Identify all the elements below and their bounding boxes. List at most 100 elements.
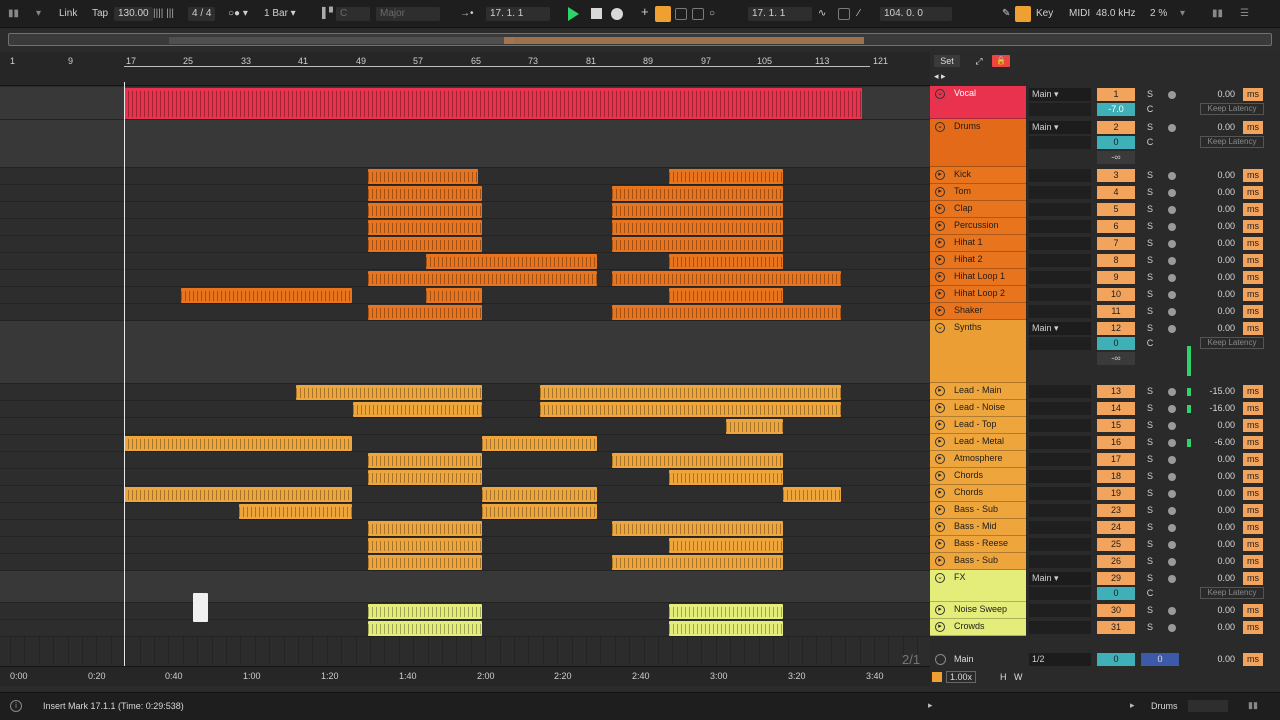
track-name[interactable]: ▸ Chords: [930, 485, 1026, 502]
play-circle-icon[interactable]: ▸: [935, 403, 945, 413]
clip[interactable]: [124, 487, 352, 502]
automation-arm-icon[interactable]: [655, 6, 671, 22]
arm-icon[interactable]: [1168, 274, 1176, 282]
time-ruler[interactable]: 0:00 0:20 0:40 1:00 1:20 1:40 2:00 2:20 …: [0, 666, 930, 686]
delay-unit-button[interactable]: ms: [1243, 538, 1263, 551]
output-routing-dropdown[interactable]: [1029, 237, 1091, 250]
play-circle-icon[interactable]: ▸: [935, 386, 945, 396]
input-routing[interactable]: [1029, 337, 1091, 350]
position-field[interactable]: 17. 1. 1: [486, 7, 550, 21]
track-activator[interactable]: 15: [1097, 419, 1135, 432]
solo-button[interactable]: S: [1144, 237, 1156, 250]
track-name[interactable]: ⌄ Drums: [930, 119, 1026, 167]
arm-icon[interactable]: [1168, 473, 1176, 481]
clip[interactable]: [296, 385, 482, 400]
delay-unit-button[interactable]: ms: [1243, 88, 1263, 101]
play-icon[interactable]: [568, 7, 579, 21]
track-activator[interactable]: 4: [1097, 186, 1135, 199]
output-routing-dropdown[interactable]: Main ▾: [1029, 322, 1091, 335]
track-name[interactable]: ▸ Bass - Sub: [930, 502, 1026, 519]
play-circle-icon[interactable]: ▸: [935, 221, 945, 231]
track-lane[interactable]: [0, 120, 930, 168]
output-routing-dropdown[interactable]: [1029, 402, 1091, 415]
delay-unit-button[interactable]: ms: [1243, 186, 1263, 199]
track-activator[interactable]: 24: [1097, 521, 1135, 534]
send-level[interactable]: -∞: [1097, 352, 1135, 365]
arm-icon[interactable]: [1168, 624, 1176, 632]
clip[interactable]: [669, 604, 783, 619]
clip[interactable]: [540, 402, 841, 417]
arm-icon[interactable]: [1168, 490, 1176, 498]
play-circle-icon[interactable]: ▸: [935, 437, 945, 447]
delay-unit-button[interactable]: ms: [1243, 521, 1263, 534]
play-circle-icon[interactable]: ▸: [935, 306, 945, 316]
loop-length-field[interactable]: 104. 0. 0: [880, 7, 952, 21]
output-routing-dropdown[interactable]: [1029, 521, 1091, 534]
play-circle-icon[interactable]: ▸: [935, 170, 945, 180]
scale-root-dropdown[interactable]: C: [336, 7, 370, 21]
track-activator[interactable]: 8: [1097, 254, 1135, 267]
track-name[interactable]: ▸ Lead - Metal: [930, 434, 1026, 451]
loop-start-field[interactable]: 17. 1. 1: [748, 7, 812, 21]
volume-field[interactable]: 0.00: [1196, 487, 1238, 500]
volume-field[interactable]: 0.00: [1196, 220, 1238, 233]
output-routing-dropdown[interactable]: [1029, 288, 1091, 301]
track-activator[interactable]: 2: [1097, 121, 1135, 134]
delay-unit-button[interactable]: ms: [1243, 604, 1263, 617]
zoom-icon[interactable]: [932, 672, 942, 682]
clip[interactable]: [426, 288, 482, 303]
track-activator[interactable]: 23: [1097, 504, 1135, 517]
clip[interactable]: [482, 436, 597, 451]
play-circle-icon[interactable]: ▸: [935, 556, 945, 566]
scale-icon[interactable]: ▌▘: [322, 7, 337, 21]
track-activator[interactable]: 12: [1097, 322, 1135, 335]
keep-latency-button[interactable]: Keep Latency: [1200, 136, 1264, 148]
track-name[interactable]: ▸ Hihat 1: [930, 235, 1026, 252]
play-circle-icon[interactable]: ▸: [935, 488, 945, 498]
play-circle-icon[interactable]: ▸: [935, 187, 945, 197]
volume-field[interactable]: 0.00: [1196, 604, 1238, 617]
output-routing-dropdown[interactable]: [1029, 504, 1091, 517]
delay-unit-button[interactable]: ms: [1243, 504, 1263, 517]
play-circle-icon[interactable]: ▸: [935, 204, 945, 214]
volume-field[interactable]: 0.00: [1196, 453, 1238, 466]
solo-button[interactable]: S: [1144, 572, 1156, 585]
track-activator[interactable]: 3: [1097, 169, 1135, 182]
clip[interactable]: [669, 621, 783, 636]
clip[interactable]: [540, 385, 841, 400]
solo-button[interactable]: S: [1144, 169, 1156, 182]
record-icon[interactable]: [611, 8, 623, 20]
clip[interactable]: [239, 504, 352, 519]
arm-icon[interactable]: [1168, 189, 1176, 197]
track-activator[interactable]: 13: [1097, 385, 1135, 398]
track-name[interactable]: ▸ Bass - Mid: [930, 519, 1026, 536]
track-name[interactable]: ▸ Bass - Sub: [930, 553, 1026, 570]
nudge-icon[interactable]: |||| |||: [153, 7, 174, 21]
input-routing[interactable]: [1029, 103, 1091, 116]
track-activator[interactable]: 18: [1097, 470, 1135, 483]
track-lane[interactable]: [0, 418, 930, 435]
delay-unit-button[interactable]: ms: [1243, 402, 1263, 415]
pan-center-button[interactable]: C: [1144, 136, 1156, 149]
solo-button[interactable]: S: [1144, 521, 1156, 534]
clip[interactable]: [368, 220, 482, 235]
clip[interactable]: [368, 538, 482, 553]
volume-field[interactable]: -16.00: [1196, 402, 1238, 415]
volume-field[interactable]: 0.00: [1196, 186, 1238, 199]
arm-icon[interactable]: [1168, 91, 1176, 99]
scale-mode-dropdown[interactable]: Major: [376, 7, 440, 21]
clip[interactable]: [368, 305, 482, 320]
draw-mode-icon[interactable]: ✎: [1002, 7, 1010, 21]
volume-field[interactable]: -6.00: [1196, 436, 1238, 449]
delay-unit-button[interactable]: ms: [1243, 288, 1263, 301]
stop-icon[interactable]: [591, 8, 602, 19]
track-name[interactable]: ▸ Hihat Loop 1: [930, 269, 1026, 286]
solo-button[interactable]: S: [1144, 288, 1156, 301]
clip[interactable]: [612, 220, 783, 235]
delay-unit-button[interactable]: ms: [1243, 419, 1263, 432]
output-routing-dropdown[interactable]: [1029, 419, 1091, 432]
clip[interactable]: [368, 604, 482, 619]
expand-icon[interactable]: ⤢: [972, 55, 986, 67]
clip[interactable]: [612, 555, 783, 570]
volume-field[interactable]: 0.00: [1196, 521, 1238, 534]
